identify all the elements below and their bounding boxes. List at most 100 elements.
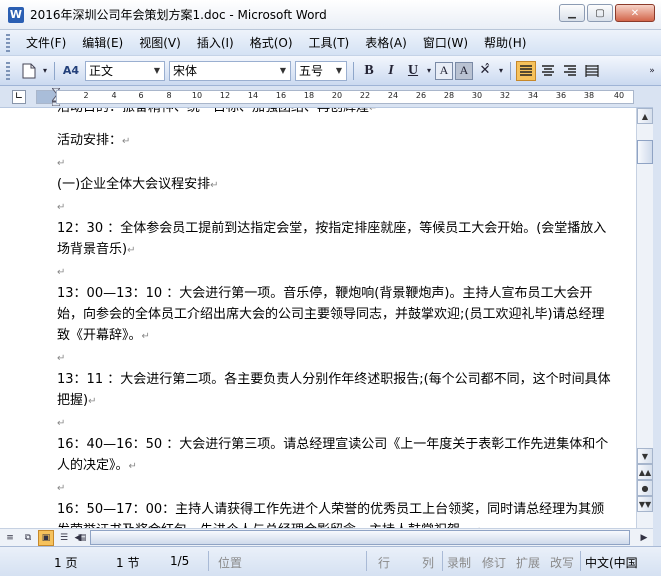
document-paragraph[interactable]: 16：40—16：50 ：大会进行第三项。请总经理宣读公司《上一年度关于表彰工作… [57,434,613,477]
chevron-down-icon[interactable]: ▼ [150,62,164,80]
tab-selector-icon[interactable]: ∟ [12,90,26,104]
ruler-tick-label: 12 [219,91,231,100]
menu-tools[interactable]: 工具(T) [301,34,358,51]
italic-button[interactable]: I [381,61,401,81]
paragraph-mark-icon: ↵ [141,331,150,342]
character-border-button[interactable]: A [435,61,453,80]
character-shading-button[interactable]: A [455,61,473,80]
status-language: 中文(中国 [585,556,638,570]
toolbar-dropdown-icon[interactable]: ▾ [41,61,49,81]
menu-help[interactable]: 帮助(H) [476,34,534,51]
ruler-tick-label: 26 [415,91,427,100]
window-right-edge [653,86,661,546]
document-paragraph[interactable]: ↵ [57,152,613,174]
menu-insert[interactable]: 插入(I) [189,34,242,51]
horizontal-scroll-thumb[interactable] [90,530,630,545]
status-separator [366,551,367,571]
new-document-icon[interactable] [19,61,39,81]
document-paragraph[interactable]: 13：11 ：大会进行第二项。各主要负责人分别作年终述职报告;(每个公司都不同，… [57,369,613,412]
document-paragraph[interactable]: 13：00—13：10 ：大会进行第一项。音乐停，鞭炮响(背景鞭炮声)。主持人宣… [57,283,613,347]
toolbar-options-icon[interactable]: » [647,61,657,81]
select-browse-object-button[interactable]: ● [637,480,653,496]
status-overtype[interactable]: 改写 [550,554,574,571]
document-paragraph[interactable]: 活动安排：↵ [57,130,613,152]
paragraph-mark-icon: ↵ [128,461,137,472]
print-layout-view-icon[interactable]: ▣ [38,529,54,546]
word-app-icon[interactable]: W [8,6,24,23]
status-column: 列 [422,556,435,570]
status-track-changes[interactable]: 修订 [482,554,506,571]
character-scaling-icon[interactable]: ✕̂ [475,61,495,81]
toolbar-separator [353,61,354,80]
bold-button[interactable]: B [359,61,379,81]
align-right-button[interactable] [560,61,580,81]
document-paragraph[interactable]: ↵ [57,412,613,434]
font-value: 宋体 [173,64,198,78]
status-separator [208,551,209,571]
scroll-down-button[interactable]: ▼ [637,448,653,464]
horizontal-scrollbar[interactable]: ◀ ▶ [75,530,647,546]
document-paragraph[interactable]: 12：30 ：全体参会员工提前到达指定会堂，按指定排座就座，等候员工大会开始。(… [57,218,613,261]
scaling-dropdown-icon[interactable]: ▾ [497,61,505,81]
menu-grip-icon[interactable] [6,33,10,52]
web-layout-view-icon[interactable]: ⧉ [20,530,36,546]
menu-view[interactable]: 视图(V) [131,34,189,51]
status-record[interactable]: 录制 [447,554,471,571]
menu-file[interactable]: 文件(F) [18,34,74,51]
close-button[interactable]: ✕ [615,4,655,22]
scroll-right-button[interactable]: ▶ [636,530,652,546]
paragraph-text: 12：30 ：全体参会员工提前到达指定会堂，按指定排座就座，等候员工大会开始。(… [57,221,607,257]
underline-button[interactable]: U [403,61,423,81]
vertical-scroll-thumb[interactable] [637,140,653,164]
document-paragraph[interactable]: 活动目的：振奋精神、统一目标、加强团结、再创辉煌↵ [57,108,613,119]
vertical-scrollbar[interactable]: ▲ ▲▲ ● ▼▼ ▼ [636,108,653,528]
scroll-left-button[interactable]: ◀ [70,530,86,546]
status-extend[interactable]: 扩展 [516,554,540,571]
horizontal-ruler[interactable]: 2 4 6 8 10 12 14 16 18 20 22 24 26 28 30… [56,90,634,104]
document-paragraph[interactable]: (一)企业全体大会议程安排↵ [57,174,613,196]
paragraph-mark-icon: ↵ [57,353,66,364]
menu-edit[interactable]: 编辑(E) [74,34,131,51]
chevron-down-icon[interactable]: ▼ [276,62,290,80]
document-paragraph[interactable]: 16：50—17：00：主持人请获得工作先进个人荣誉的优秀员工上台领奖，同时请总… [57,499,613,528]
document-area[interactable]: 活动目的：振奋精神、统一目标、加强团结、再创辉煌↵活动安排：↵↵(一)企业全体大… [0,108,636,528]
menu-table[interactable]: 表格(A) [357,34,415,51]
font-size-combo[interactable]: 五号 ▼ [295,60,347,81]
minimize-button[interactable]: ▁ [559,4,585,22]
status-bar: 1 页 1 节 1/5 位置 行 列 录制 修订 扩展 改写 中文(中国 [0,546,661,576]
paragraph-text: 活动目的：振奋精神、统一目标、加强团结、再创辉煌 [57,108,369,115]
ruler-bar: ∟ 2 4 6 8 10 12 14 16 18 20 22 24 26 28 … [0,86,661,108]
style-combo[interactable]: 正文 ▼ [85,60,165,81]
view-and-hscroll-bar: ≡ ⧉ ▣ ☰ ▤ ◀ ▶ [0,528,653,546]
toolbar-separator [510,61,511,80]
font-combo[interactable]: 宋体 ▼ [169,60,291,81]
document-paragraph[interactable]: ↵ [57,261,613,283]
title-bar: W 2016年深圳公司年会策划方案1.doc - Microsoft Word … [0,0,661,30]
status-separator [580,551,581,571]
menu-window[interactable]: 窗口(W) [415,34,476,51]
scroll-up-button[interactable]: ▲ [637,108,653,124]
previous-page-button[interactable]: ▲▲ [637,464,653,480]
menu-bar: 文件(F) 编辑(E) 视图(V) 插入(I) 格式(O) 工具(T) 表格(A… [0,30,661,56]
align-justify-button[interactable] [516,60,536,81]
document-paragraph[interactable]: ↵ [57,477,613,499]
paragraph-text: 13：00—13：10 ：大会进行第一项。音乐停，鞭炮响(背景鞭炮声)。主持人宣… [57,286,605,343]
chevron-down-icon[interactable]: ▼ [332,62,346,80]
underline-dropdown-icon[interactable]: ▾ [425,61,433,81]
paragraph-text: 活动安排： [57,133,123,148]
status-line: 行 [378,556,391,570]
menu-format[interactable]: 格式(O) [242,34,301,51]
distributed-align-button[interactable] [582,61,602,81]
maximize-button[interactable]: ▢ [587,4,613,22]
toolbar-grip-icon[interactable] [6,61,10,80]
styles-pane-icon[interactable]: A4 [60,61,82,81]
align-center-button[interactable] [538,61,558,81]
ruler-tick-label: 20 [331,91,343,100]
normal-view-icon[interactable]: ≡ [2,530,18,546]
toolbar-separator [54,61,55,80]
document-text[interactable]: 活动目的：振奋精神、统一目标、加强团结、再创辉煌↵活动安排：↵↵(一)企业全体大… [57,108,613,528]
ruler-tick-label: 2 [83,91,89,100]
document-paragraph[interactable]: ↵ [57,196,613,218]
document-paragraph[interactable]: ↵ [57,347,613,369]
next-page-button[interactable]: ▼▼ [637,496,653,512]
